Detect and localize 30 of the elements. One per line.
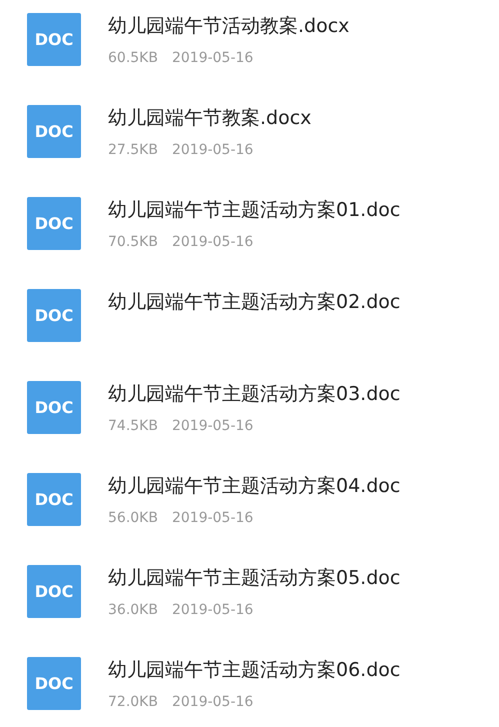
file-name[interactable]: 幼儿园端午节活动教案.docx xyxy=(108,14,350,38)
file-size: 60.5KB xyxy=(108,49,158,67)
file-name[interactable]: 幼儿园端午节主题活动方案06.doc xyxy=(108,658,400,682)
file-date: 2019-05-16 xyxy=(172,141,254,159)
doc-file-icon: DOC xyxy=(27,473,81,526)
file-name[interactable]: 幼儿园端午节主题活动方案02.doc xyxy=(108,290,400,314)
doc-file-icon: DOC xyxy=(27,565,81,618)
file-size: 36.0KB xyxy=(108,601,158,619)
file-date: 2019-05-16 xyxy=(172,233,254,251)
doc-file-icon: DOC xyxy=(27,13,81,66)
file-date: 2019-05-16 xyxy=(172,601,254,619)
doc-file-icon: DOC xyxy=(27,381,81,434)
file-size: 27.5KB xyxy=(108,141,158,159)
doc-file-icon: DOC xyxy=(27,197,81,250)
doc-file-icon: DOC xyxy=(27,657,81,710)
file-name[interactable]: 幼儿园端午节教案.docx xyxy=(108,106,312,130)
file-size: 70.5KB xyxy=(108,233,158,251)
file-size: 72.0KB xyxy=(108,693,158,711)
file-date: 2019-05-16 xyxy=(172,49,254,67)
doc-file-icon: DOC xyxy=(27,105,81,158)
file-name[interactable]: 幼儿园端午节主题活动方案05.doc xyxy=(108,566,400,590)
file-date: 2019-05-16 xyxy=(172,693,254,711)
file-size: 56.0KB xyxy=(108,509,158,527)
file-name[interactable]: 幼儿园端午节主题活动方案03.doc xyxy=(108,382,400,406)
file-date: 2019-05-16 xyxy=(172,509,254,527)
doc-file-icon: DOC xyxy=(27,289,81,342)
file-name[interactable]: 幼儿园端午节主题活动方案04.doc xyxy=(108,474,400,498)
file-date: 2019-05-16 xyxy=(172,417,254,435)
file-size: 74.5KB xyxy=(108,417,158,435)
file-name[interactable]: 幼儿园端午节主题活动方案01.doc xyxy=(108,198,400,222)
